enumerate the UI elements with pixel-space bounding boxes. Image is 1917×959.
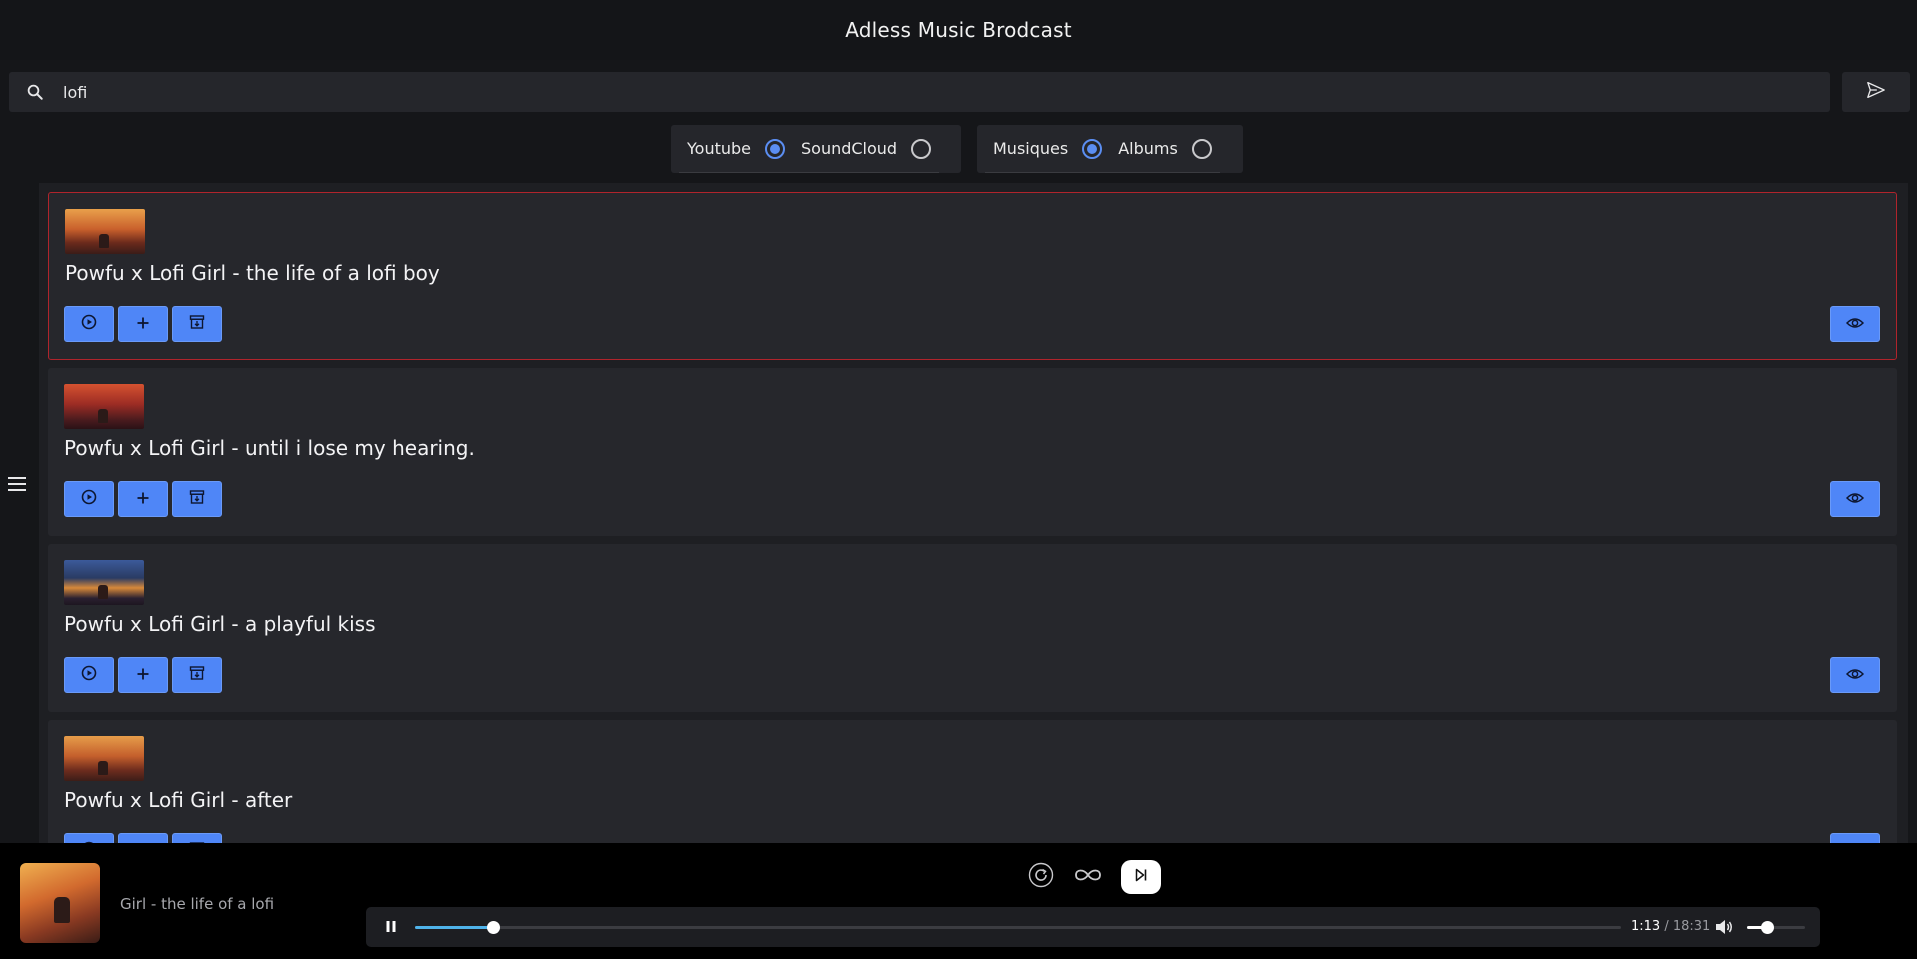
view-button[interactable]: [1830, 481, 1880, 517]
pause-button[interactable]: [380, 916, 402, 938]
send-search-button[interactable]: [1842, 72, 1910, 112]
radio-musiques[interactable]: [1082, 138, 1103, 159]
radio-albums[interactable]: [1191, 138, 1212, 159]
add-button[interactable]: [118, 833, 168, 843]
volume-icon: [1714, 920, 1734, 941]
volume-slider[interactable]: [1747, 921, 1805, 934]
add-button[interactable]: [118, 657, 168, 693]
result-title: Powfu x Lofi Girl - until i lose my hear…: [64, 436, 475, 460]
filter-youtube[interactable]: Youtube: [679, 125, 793, 173]
result-card: Powfu x Lofi Girl - a playful kiss: [48, 544, 1897, 712]
filter-soundcloud[interactable]: SoundCloud: [793, 125, 940, 173]
loop-button[interactable]: [1068, 860, 1108, 894]
play-icon: [81, 489, 97, 509]
app-title: Adless Music Brodcast: [845, 18, 1072, 42]
download-button[interactable]: [172, 833, 222, 843]
seek-handle[interactable]: [487, 921, 501, 934]
archive-download-icon: [189, 314, 205, 334]
volume-handle[interactable]: [1761, 921, 1775, 934]
send-icon: [1866, 81, 1886, 103]
now-playing-title: Girl - the life of a lofi l: [120, 895, 280, 913]
skip-next-icon: [1133, 867, 1149, 887]
download-button[interactable]: [172, 657, 222, 693]
filter-youtube-label: Youtube: [687, 139, 751, 158]
results-list: Powfu x Lofi Girl - the life of a lofi b…: [39, 183, 1908, 843]
result-title: Powfu x Lofi Girl - a playful kiss: [64, 612, 376, 636]
infinite-loop-icon: [1072, 867, 1104, 887]
add-button[interactable]: [118, 306, 168, 342]
eye-icon: [1845, 490, 1865, 509]
duration: 18:31: [1672, 919, 1711, 934]
result-card: Powfu x Lofi Girl - after: [48, 720, 1897, 843]
volume-button[interactable]: [1714, 917, 1734, 937]
progress-bar: 1:13 / 18:31: [366, 907, 1820, 947]
filter-musiques[interactable]: Musiques: [985, 125, 1111, 173]
result-card: Powfu x Lofi Girl - the life of a lofi b…: [48, 192, 1897, 360]
search-icon: [9, 83, 61, 101]
audio-player: Girl - the life of a lofi l 1:13 / 18:31: [0, 843, 1917, 959]
archive-download-icon: [189, 665, 205, 685]
add-button[interactable]: [118, 481, 168, 517]
eye-icon: [1845, 666, 1865, 685]
result-title: Powfu x Lofi Girl - the life of a lofi b…: [65, 261, 440, 285]
play-button[interactable]: [64, 833, 114, 843]
play-button[interactable]: [64, 481, 114, 517]
replay-icon: [1028, 862, 1054, 892]
add-icon: [136, 666, 150, 685]
pause-icon: [385, 918, 397, 937]
play-icon: [81, 665, 97, 685]
filter-albums-label: Albums: [1118, 139, 1178, 158]
replay-button[interactable]: [1021, 860, 1061, 894]
play-button[interactable]: [64, 657, 114, 693]
radio-soundcloud[interactable]: [911, 138, 932, 159]
play-button[interactable]: [64, 306, 114, 342]
result-title: Powfu x Lofi Girl - after: [64, 788, 293, 812]
source-filter-group: Youtube SoundCloud: [671, 125, 961, 173]
view-button[interactable]: [1830, 833, 1880, 843]
download-button[interactable]: [172, 306, 222, 342]
filter-albums[interactable]: Albums: [1110, 125, 1220, 173]
type-filter-group: Musiques Albums: [977, 125, 1243, 173]
add-icon: [136, 490, 150, 509]
time-display: 1:13 / 18:31: [1631, 919, 1710, 934]
eye-icon: [1845, 315, 1865, 334]
view-button[interactable]: [1830, 657, 1880, 693]
album-cover: [20, 863, 100, 943]
current-time: 1:13: [1631, 919, 1661, 934]
thumbnail: [64, 560, 144, 605]
play-icon: [81, 314, 97, 334]
thumbnail: [64, 736, 144, 781]
view-button[interactable]: [1830, 306, 1880, 342]
search-input[interactable]: [61, 81, 1761, 103]
search-bar: [9, 72, 1830, 112]
seek-track[interactable]: [415, 921, 1621, 934]
radio-youtube[interactable]: [765, 138, 785, 159]
skip-next-button[interactable]: [1121, 860, 1161, 894]
add-icon: [136, 315, 150, 334]
app-header: Adless Music Brodcast: [0, 0, 1917, 60]
thumbnail: [65, 209, 145, 254]
thumbnail: [64, 384, 144, 429]
download-button[interactable]: [172, 481, 222, 517]
filter-musiques-label: Musiques: [993, 139, 1069, 158]
seek-fill: [415, 926, 494, 929]
menu-icon[interactable]: [6, 474, 28, 494]
result-card: Powfu x Lofi Girl - until i lose my hear…: [48, 368, 1897, 536]
filter-soundcloud-label: SoundCloud: [801, 139, 898, 158]
time-separator: /: [1660, 919, 1673, 934]
archive-download-icon: [189, 489, 205, 509]
